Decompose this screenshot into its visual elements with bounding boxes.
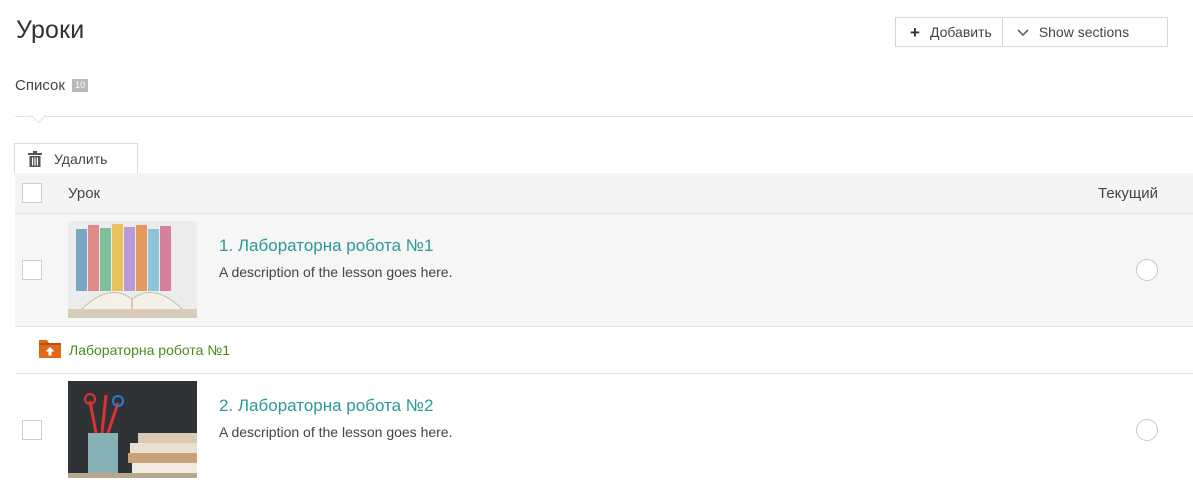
- select-all-checkbox[interactable]: [22, 183, 42, 203]
- active-tab-indicator: [30, 107, 47, 124]
- lesson-description: A description of the lesson goes here.: [219, 424, 453, 440]
- section-link[interactable]: Лабораторна робота №1: [69, 342, 230, 358]
- show-sections-button[interactable]: Show sections: [1002, 17, 1168, 47]
- tab-list[interactable]: Список 10: [15, 77, 89, 94]
- trash-icon: [28, 150, 42, 167]
- plus-icon: +: [910, 22, 920, 42]
- lesson-thumbnail[interactable]: [68, 221, 197, 318]
- lesson-title-link[interactable]: 2. Лабораторна робота №2: [219, 396, 434, 416]
- lesson-description: A description of the lesson goes here.: [219, 264, 453, 280]
- folder-upload-icon: [39, 340, 61, 358]
- add-button-label: Добавить: [929, 24, 992, 40]
- page-title: Уроки: [16, 16, 85, 44]
- table-row: 1. Лабораторна робота №1 A description o…: [15, 213, 1193, 326]
- delete-button[interactable]: Удалить: [14, 143, 138, 173]
- lesson-thumbnail[interactable]: [68, 381, 197, 478]
- tab-list-label: Список: [15, 77, 65, 94]
- top-toolbar: + Добавить Show sections: [895, 17, 1168, 47]
- table-header: Урок Текущий: [15, 173, 1193, 213]
- current-radio[interactable]: [1136, 419, 1158, 441]
- row-checkbox[interactable]: [22, 420, 42, 440]
- chevron-down-icon: [1017, 24, 1029, 40]
- section-row: Лабораторна робота №1: [15, 326, 1193, 373]
- add-button[interactable]: + Добавить: [895, 17, 1003, 47]
- current-radio[interactable]: [1136, 259, 1158, 281]
- delete-button-label: Удалить: [54, 150, 108, 167]
- column-header-lesson: Урок: [68, 184, 101, 202]
- column-header-current: Текущий: [1098, 184, 1158, 202]
- row-checkbox[interactable]: [22, 260, 42, 280]
- lesson-title-link[interactable]: 1. Лабораторна робота №1: [219, 236, 434, 256]
- count-badge: 10: [72, 79, 89, 92]
- table-row: 2. Лабораторна робота №2 A description o…: [15, 373, 1193, 486]
- lessons-table: Урок Текущий 1. Лабораторна робота №1 A …: [15, 173, 1193, 486]
- show-sections-label: Show sections: [1038, 24, 1130, 40]
- tabs-divider: [15, 116, 1193, 117]
